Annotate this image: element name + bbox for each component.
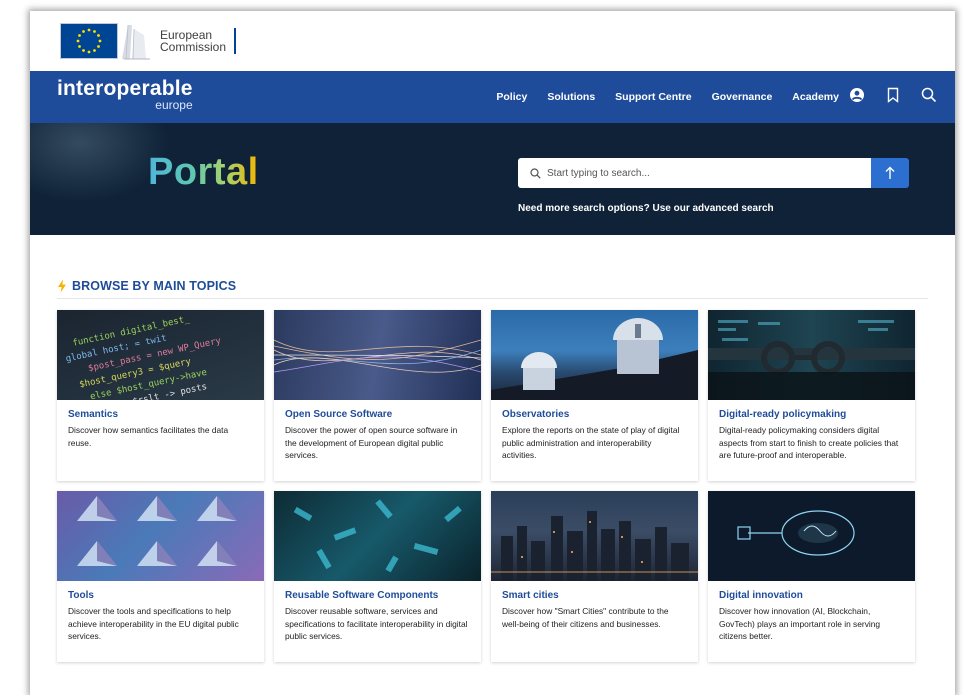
card-description: Discover reusable software, services and… bbox=[285, 606, 468, 641]
browser-page: European Commission interoperable europe… bbox=[30, 11, 955, 695]
search-box bbox=[518, 158, 871, 188]
topic-card-reusable-software-components[interactable]: Reusable Software Components Discover re… bbox=[274, 491, 481, 662]
card-title: Tools bbox=[68, 590, 94, 601]
nav-link-governance[interactable]: Governance bbox=[712, 91, 773, 103]
policymaking-image bbox=[708, 310, 915, 400]
card-title: Observatories bbox=[502, 409, 570, 420]
topics-header: BROWSE BY MAIN TOPICS bbox=[57, 273, 928, 299]
nav-links: Policy Solutions Support Centre Governan… bbox=[496, 91, 839, 103]
ec-wordmark: European Commission bbox=[160, 29, 226, 53]
eu-flag-icon bbox=[60, 23, 118, 59]
hero-banner: Portal Need more search options? Use our… bbox=[30, 123, 955, 235]
digital-innovation-image bbox=[708, 491, 915, 581]
berlaymont-building-icon bbox=[120, 21, 152, 61]
interoperable-europe-logo[interactable]: interoperable europe bbox=[57, 77, 193, 112]
card-title: Semantics bbox=[68, 409, 119, 420]
topic-card-digital-ready-policymaking[interactable]: Digital-ready policymaking Digital-ready… bbox=[708, 310, 915, 481]
nav-link-solutions[interactable]: Solutions bbox=[547, 91, 595, 103]
observatories-image bbox=[491, 310, 698, 400]
topic-card-semantics[interactable]: function digital_best_ global host; = tw… bbox=[57, 310, 264, 481]
open-source-image bbox=[274, 310, 481, 400]
topic-card-observatories[interactable]: Observatories Explore the reports on the… bbox=[491, 310, 698, 481]
nav-icons bbox=[848, 86, 938, 104]
card-title: Smart cities bbox=[502, 590, 559, 601]
topics-grid: function digital_best_ global host; = tw… bbox=[57, 310, 928, 662]
search-field-icon bbox=[530, 167, 541, 179]
card-description: Discover how semantics facilitates the d… bbox=[68, 425, 229, 448]
nav-link-policy[interactable]: Policy bbox=[496, 91, 527, 103]
card-title: Digital innovation bbox=[719, 590, 803, 601]
nav-link-support-centre[interactable]: Support Centre bbox=[615, 91, 691, 103]
brand-sub: europe bbox=[155, 98, 193, 112]
topic-card-open-source-software[interactable]: Open Source Software Discover the power … bbox=[274, 310, 481, 481]
card-description: Discover the tools and specifications to… bbox=[68, 606, 239, 641]
card-title: Reusable Software Components bbox=[285, 590, 439, 601]
reusable-components-image bbox=[274, 491, 481, 581]
semantics-image: function digital_best_ global host; = tw… bbox=[57, 310, 264, 400]
page-title: Portal bbox=[148, 151, 259, 193]
card-title: Open Source Software bbox=[285, 409, 393, 420]
card-description: Explore the reports on the state of play… bbox=[502, 425, 680, 460]
card-title: Digital-ready policymaking bbox=[719, 409, 847, 420]
tools-image bbox=[57, 491, 264, 581]
lightning-icon bbox=[58, 279, 66, 292]
card-description: Discover the power of open source softwa… bbox=[285, 425, 458, 460]
main-navbar: interoperable europe Policy Solutions Su… bbox=[30, 71, 955, 123]
search-input[interactable] bbox=[547, 167, 847, 179]
ec-header: European Commission bbox=[30, 11, 955, 71]
topic-card-tools[interactable]: Tools Discover the tools and specificati… bbox=[57, 491, 264, 662]
ec-divider bbox=[234, 28, 237, 54]
smart-cities-image bbox=[491, 491, 698, 581]
nav-link-academy[interactable]: Academy bbox=[792, 91, 839, 103]
bookmark-icon[interactable] bbox=[884, 86, 902, 104]
card-description: Discover how "Smart Cities" contribute t… bbox=[502, 606, 669, 629]
advanced-search-hint: Need more search options? Use our advanc… bbox=[518, 203, 774, 214]
arrow-up-icon bbox=[885, 166, 895, 179]
card-description: Discover how innovation (AI, Blockchain,… bbox=[719, 606, 881, 641]
advanced-search-link[interactable]: advanced search bbox=[693, 203, 774, 214]
ec-logo[interactable]: European Commission bbox=[60, 21, 237, 61]
brand-main: interoperable bbox=[57, 77, 193, 100]
topic-card-digital-innovation[interactable]: Digital innovation Discover how innovati… bbox=[708, 491, 915, 662]
search-submit-button[interactable] bbox=[871, 158, 909, 188]
topics-section: BROWSE BY MAIN TOPICS function digital_b… bbox=[30, 273, 955, 662]
card-description: Digital-ready policymaking considers dig… bbox=[719, 425, 899, 460]
ec-wordmark-line2: Commission bbox=[160, 40, 227, 54]
search-icon[interactable] bbox=[920, 86, 938, 104]
user-icon[interactable] bbox=[848, 86, 866, 104]
topics-title: BROWSE BY MAIN TOPICS bbox=[72, 278, 237, 293]
advanced-search-prefix: Need more search options? Use our bbox=[518, 203, 693, 214]
topic-card-smart-cities[interactable]: Smart cities Discover how "Smart Cities"… bbox=[491, 491, 698, 662]
